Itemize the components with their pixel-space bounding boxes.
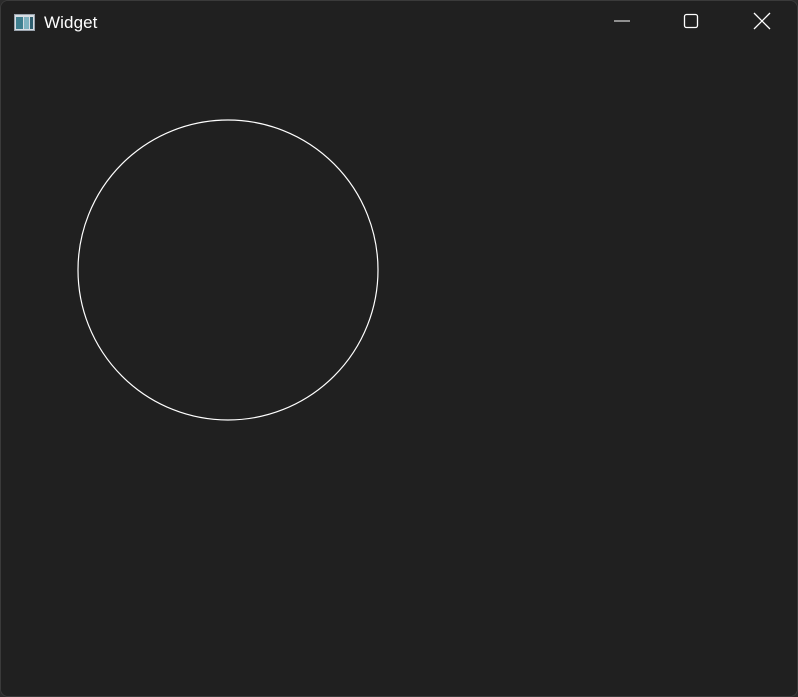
circle-shape [77, 119, 379, 421]
close-button[interactable] [727, 1, 797, 46]
close-icon [753, 12, 771, 35]
widget-canvas-area[interactable] [1, 46, 797, 696]
title-bar[interactable]: Widget [1, 1, 797, 46]
maximize-button[interactable] [656, 1, 726, 46]
window-title: Widget [44, 13, 98, 32]
drawing-canvas [77, 119, 379, 421]
maximize-icon [683, 13, 699, 34]
app-window: Widget [0, 0, 798, 697]
minimize-button[interactable] [587, 1, 657, 46]
minimize-icon [614, 13, 630, 34]
app-window-icon [14, 14, 35, 31]
